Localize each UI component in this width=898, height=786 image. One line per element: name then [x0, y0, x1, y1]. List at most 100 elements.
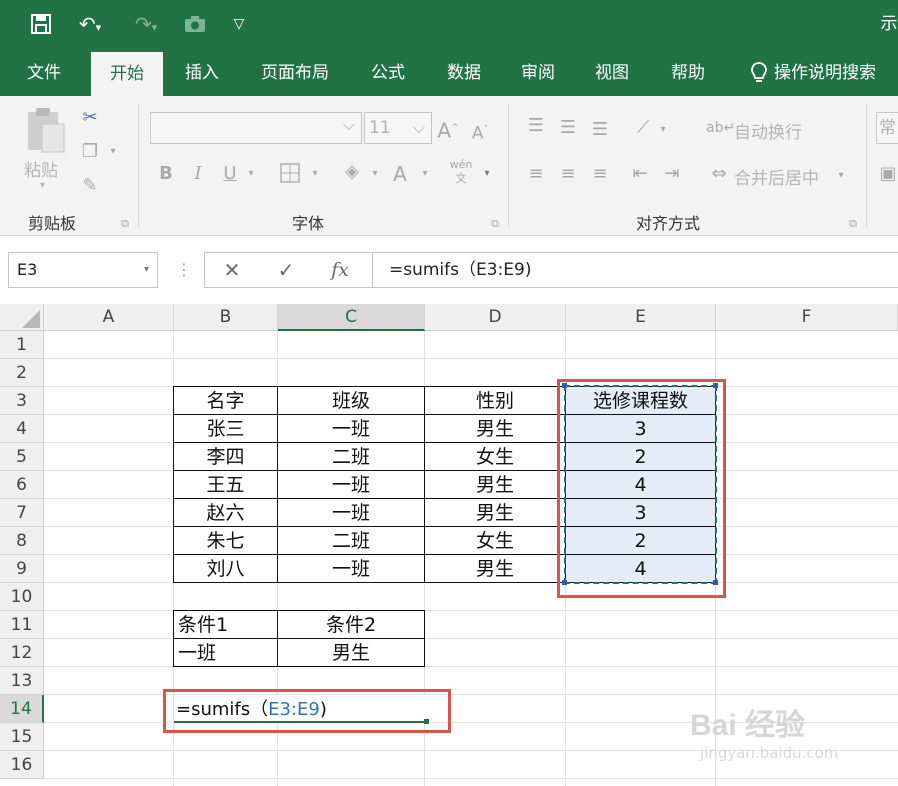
row-header[interactable]: 1: [0, 331, 44, 359]
row-header[interactable]: 9: [0, 555, 44, 583]
row-header[interactable]: 6: [0, 471, 44, 499]
underline-button[interactable]: U: [218, 162, 242, 186]
enter-icon[interactable]: ✓: [266, 252, 306, 288]
table-cell[interactable]: 男生: [425, 415, 565, 443]
merge-center-button[interactable]: 合并后居中: [734, 164, 819, 189]
merge-center-icon[interactable]: ⇔: [706, 162, 732, 186]
clipboard-launcher-icon[interactable]: ⧉: [118, 212, 132, 236]
column-header-a[interactable]: A: [44, 304, 174, 331]
criteria-value-2[interactable]: 男生: [278, 639, 424, 667]
column-header-b[interactable]: B: [174, 304, 278, 331]
cancel-icon[interactable]: ✕: [212, 252, 252, 288]
table-header-gender[interactable]: 性别: [425, 387, 565, 415]
font-color-icon[interactable]: A: [388, 162, 412, 186]
font-color-dropdown-icon[interactable]: ▾: [418, 162, 432, 186]
row-header[interactable]: 16: [0, 751, 44, 779]
name-box-dropdown-icon[interactable]: ▾: [144, 253, 149, 287]
alignment-launcher-icon[interactable]: ⧉: [846, 212, 860, 236]
align-top-icon[interactable]: ☰: [524, 114, 548, 138]
camera-icon[interactable]: [180, 10, 210, 38]
tab-view[interactable]: 视图: [582, 50, 642, 96]
copy-icon[interactable]: ❐: [76, 140, 104, 164]
table-cell[interactable]: 赵六: [174, 499, 277, 527]
decrease-indent-icon[interactable]: ⇤: [628, 162, 652, 186]
column-header-e[interactable]: E: [566, 304, 716, 331]
copy-dropdown-icon[interactable]: ▾: [106, 140, 120, 164]
row-header[interactable]: 14: [0, 695, 44, 723]
redo-icon[interactable]: ↷▾: [126, 10, 166, 38]
cut-icon[interactable]: ✂: [76, 106, 104, 130]
align-right-icon[interactable]: ≡: [588, 162, 612, 186]
align-middle-icon[interactable]: ☰: [556, 116, 580, 140]
phonetic-dropdown-icon[interactable]: ▾: [480, 162, 494, 186]
table-cell[interactable]: 一班: [278, 499, 424, 527]
align-left-icon[interactable]: ≡: [524, 162, 548, 186]
formula-input[interactable]: =sumifs（E3:E9): [372, 252, 898, 288]
grow-font-icon[interactable]: A^: [436, 116, 460, 143]
orientation-icon[interactable]: ⟋: [628, 116, 658, 140]
row-header[interactable]: 15: [0, 723, 44, 751]
phonetic-guide-icon[interactable]: wén 文: [446, 158, 476, 186]
column-header-d[interactable]: D: [425, 304, 566, 331]
tab-help[interactable]: 帮助: [658, 50, 718, 96]
table-cell[interactable]: 李四: [174, 443, 277, 471]
align-bottom-icon[interactable]: ☰: [588, 118, 612, 142]
table-cell[interactable]: 男生: [425, 499, 565, 527]
wrap-text-icon[interactable]: ab↵: [706, 116, 735, 140]
save-icon[interactable]: [26, 10, 56, 38]
merge-dropdown-icon[interactable]: ▾: [834, 164, 848, 188]
tab-file[interactable]: 文件: [16, 50, 72, 96]
select-all-button[interactable]: [0, 304, 44, 331]
row-header[interactable]: 10: [0, 583, 44, 611]
tab-review[interactable]: 审阅: [508, 50, 568, 96]
row-header[interactable]: 5: [0, 443, 44, 471]
italic-button[interactable]: I: [186, 162, 210, 186]
fill-color-dropdown-icon[interactable]: ▾: [368, 162, 382, 186]
row-header[interactable]: 7: [0, 499, 44, 527]
format-painter-icon[interactable]: ✎: [76, 174, 104, 198]
table-cell[interactable]: 一班: [278, 415, 424, 443]
insert-function-icon[interactable]: fx: [320, 252, 360, 288]
number-format-icon[interactable]: ▣: [878, 162, 898, 186]
row-header[interactable]: 2: [0, 359, 44, 387]
bold-button[interactable]: B: [154, 162, 178, 186]
wrap-text-button[interactable]: 自动换行: [734, 118, 802, 143]
criteria-header-1[interactable]: 条件1: [174, 611, 277, 639]
font-name-combo[interactable]: ⌵: [150, 112, 362, 144]
tab-page-layout[interactable]: 页面布局: [250, 50, 340, 96]
align-center-icon[interactable]: ≡: [556, 162, 580, 186]
font-launcher-icon[interactable]: ⧉: [488, 212, 502, 236]
row-header[interactable]: 12: [0, 639, 44, 667]
row-header[interactable]: 3: [0, 387, 44, 415]
table-cell[interactable]: 张三: [174, 415, 277, 443]
table-header-name[interactable]: 名字: [174, 387, 277, 415]
table-cell[interactable]: 二班: [278, 443, 424, 471]
table-header-class[interactable]: 班级: [278, 387, 424, 415]
fill-color-icon[interactable]: ◈: [338, 160, 366, 184]
table-cell[interactable]: 朱七: [174, 527, 277, 555]
increase-indent-icon[interactable]: ⇥: [660, 162, 684, 186]
customize-dropdown-icon[interactable]: ▽: [226, 10, 252, 38]
criteria-value-1[interactable]: 一班: [174, 639, 277, 667]
number-format-combo[interactable]: 常: [876, 112, 898, 144]
tab-formulas[interactable]: 公式: [358, 50, 418, 96]
table-cell[interactable]: 女生: [425, 527, 565, 555]
paste-label[interactable]: 粘贴: [24, 156, 58, 181]
paste-icon[interactable]: [22, 106, 68, 156]
undo-icon[interactable]: ↶▾: [70, 10, 110, 38]
underline-dropdown-icon[interactable]: ▾: [244, 162, 258, 186]
name-box[interactable]: E3 ▾: [8, 252, 158, 288]
row-header[interactable]: 4: [0, 415, 44, 443]
column-header-f[interactable]: F: [716, 304, 898, 331]
table-cell[interactable]: 一班: [278, 555, 424, 583]
table-cell[interactable]: 王五: [174, 471, 277, 499]
tell-me-search[interactable]: 操作说明搜索: [744, 50, 898, 96]
tab-home[interactable]: 开始: [91, 52, 163, 96]
row-header[interactable]: 11: [0, 611, 44, 639]
table-cell[interactable]: 二班: [278, 527, 424, 555]
row-header[interactable]: 13: [0, 667, 44, 695]
criteria-header-2[interactable]: 条件2: [278, 611, 424, 639]
column-header-c[interactable]: C: [278, 304, 425, 331]
tab-data[interactable]: 数据: [434, 50, 494, 96]
table-cell[interactable]: 一班: [278, 471, 424, 499]
